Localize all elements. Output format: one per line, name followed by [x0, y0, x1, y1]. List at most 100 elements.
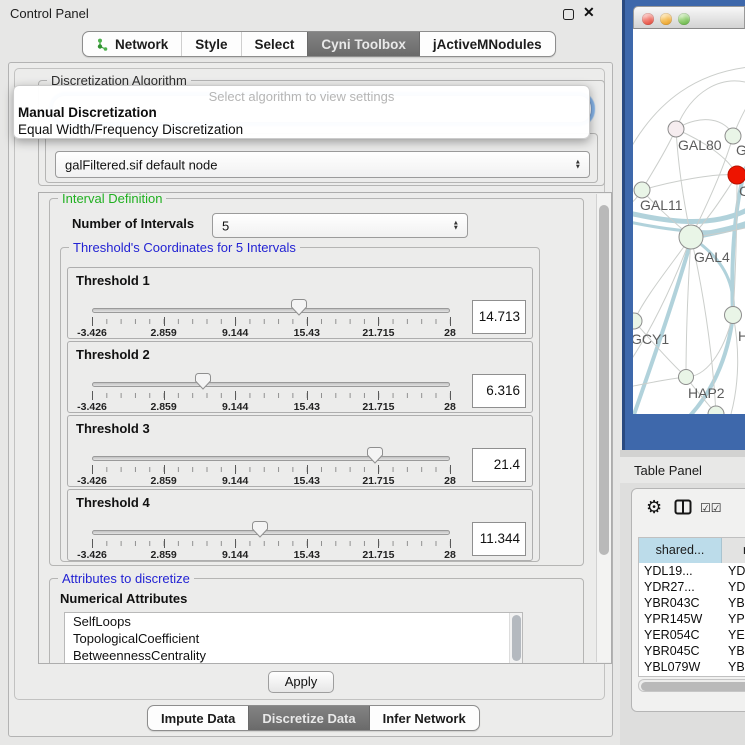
- table-cell: YDR2: [725, 579, 745, 595]
- tick-major: [164, 539, 165, 548]
- dropdown-option-equal-width-frequency[interactable]: Equal Width/Frequency Discretization: [18, 122, 243, 137]
- slider-handle[interactable]: [195, 373, 211, 390]
- tick-major: [164, 317, 165, 326]
- tab-network[interactable]: Network: [83, 32, 181, 56]
- network-node-hap2[interactable]: [679, 370, 694, 385]
- float-window-icon[interactable]: [563, 9, 574, 20]
- tick-major: [307, 465, 308, 474]
- threshold-value-field[interactable]: 6.316: [472, 374, 526, 408]
- minimize-traffic-light[interactable]: [660, 13, 672, 25]
- tick-label: 21.715: [362, 327, 394, 339]
- tab-select[interactable]: Select: [241, 32, 308, 56]
- network-node-h[interactable]: [725, 307, 742, 324]
- tick-major: [235, 539, 236, 548]
- threshold-value-field[interactable]: 21.4: [472, 448, 526, 482]
- table-cell: YBR043C: [639, 595, 725, 611]
- threshold-value-field[interactable]: 14.713: [472, 300, 526, 334]
- split-columns-icon[interactable]: [674, 499, 692, 520]
- slider-track[interactable]: [92, 456, 450, 461]
- apply-button[interactable]: Apply: [268, 671, 334, 693]
- table-row[interactable]: YPR145WYPR1: [639, 611, 745, 627]
- network-node-gal11[interactable]: [634, 182, 650, 198]
- network-node-label: GAL11: [640, 197, 683, 213]
- number-of-intervals-value: 5: [222, 218, 229, 233]
- tick-major: [450, 391, 451, 400]
- slider-track[interactable]: [92, 530, 450, 535]
- tab-infer-network[interactable]: Infer Network: [369, 706, 479, 730]
- panel-title: Control Panel: [10, 6, 89, 21]
- numerical-attributes-list[interactable]: SelfLoopsTopologicalCoefficientBetweenne…: [64, 612, 523, 664]
- slider-ticks: [92, 465, 450, 474]
- algorithm-dropdown-popup: Select algorithm to view settings Manual…: [13, 85, 590, 139]
- slider-handle[interactable]: [252, 521, 268, 538]
- table-body: YDL19...YDL1YDR27...YDR2YBR043CYBR0YPR14…: [639, 563, 745, 677]
- network-node-gcy1[interactable]: [633, 313, 642, 329]
- tick-major: [307, 539, 308, 548]
- column-header-shared-name[interactable]: shared...: [639, 538, 722, 563]
- slider-track[interactable]: [92, 308, 450, 313]
- settings-gear-icon[interactable]: ⚙: [646, 497, 662, 518]
- table-row[interactable]: YDL19...YDL1: [639, 563, 745, 579]
- scrollbar-thumb[interactable]: [641, 682, 745, 691]
- threshold-panel-4: Threshold 4 -3.4262.8599.14415.4321.7152…: [67, 489, 533, 561]
- threshold-value-field[interactable]: 11.344: [472, 522, 526, 556]
- table-row[interactable]: YDR27...YDR2: [639, 579, 745, 595]
- scrollbar-thumb[interactable]: [599, 205, 609, 555]
- close-icon[interactable]: ✕: [583, 4, 595, 21]
- tab-jactivemnodules[interactable]: jActiveMNodules: [419, 32, 555, 56]
- tick-major: [235, 391, 236, 400]
- panel-divider[interactable]: [620, 450, 745, 457]
- settings-scrollbar[interactable]: [596, 194, 611, 662]
- table-cell: YDL1: [725, 563, 745, 579]
- select-columns-icon[interactable]: ☑☑: [700, 501, 722, 515]
- tick-label: 21.715: [362, 401, 394, 413]
- network-node-c[interactable]: [728, 166, 745, 184]
- table-row[interactable]: YBR045CYBR0: [639, 643, 745, 659]
- network-node-label: C: [739, 183, 745, 199]
- tab-cyni-toolbox[interactable]: Cyni Toolbox: [307, 32, 419, 56]
- tab-label: Style: [195, 37, 227, 52]
- slider-handle[interactable]: [367, 447, 383, 464]
- network-node-gal4[interactable]: [679, 225, 703, 249]
- table-data-combobox[interactable]: galFiltered.sif default node ▲▼: [55, 151, 590, 178]
- table-cell: YER0: [725, 627, 745, 643]
- network-node-label: GA: [736, 142, 745, 158]
- attributes-groupbox: Attributes to discretize Numerical Attri…: [49, 578, 584, 664]
- tick-major: [235, 317, 236, 326]
- attribute-item[interactable]: TopologicalCoefficient: [65, 630, 522, 647]
- tick-label: -3.426: [77, 327, 107, 339]
- table-panel-title: Table Panel: [634, 463, 702, 478]
- table-row[interactable]: YER054CYER0: [639, 627, 745, 643]
- network-node-gal80[interactable]: [668, 121, 684, 137]
- network-node-label: H: [738, 328, 745, 344]
- attributes-scrollbar[interactable]: [509, 613, 522, 664]
- interval-definition-title: Interval Definition: [58, 192, 166, 206]
- tab-discretize-data[interactable]: Discretize Data: [248, 706, 368, 730]
- table-cell: YDR27...: [639, 579, 725, 595]
- slider-handle[interactable]: [291, 299, 307, 316]
- table-row[interactable]: YBL079WYBL0: [639, 659, 745, 675]
- slider-track[interactable]: [92, 382, 450, 387]
- attribute-item[interactable]: SelfLoops: [65, 613, 522, 630]
- table-row[interactable]: YLR345WYLR3: [639, 675, 745, 677]
- column-header-name[interactable]: n: [722, 538, 745, 563]
- attribute-item[interactable]: BetweennessCentrality: [65, 647, 522, 664]
- dropdown-option-manual-discretization[interactable]: Manual Discretization: [18, 105, 157, 120]
- close-traffic-light[interactable]: [642, 13, 654, 25]
- table-cell: YBR0: [725, 595, 745, 611]
- number-of-intervals-combobox[interactable]: 5 ▲▼: [212, 213, 468, 238]
- table-row[interactable]: YBR043CYBR0: [639, 595, 745, 611]
- tab-impute-data[interactable]: Impute Data: [148, 706, 248, 730]
- network-canvas[interactable]: GAL80GACGAL11GAL4GCY1HHAP2: [633, 29, 745, 414]
- network-icon: [96, 38, 109, 51]
- network-node-label: GAL80: [678, 137, 722, 153]
- zoom-traffic-light[interactable]: [678, 13, 690, 25]
- tick-major: [450, 465, 451, 474]
- tick-label: 2.859: [150, 549, 176, 561]
- threshold-slider-4: -3.4262.8599.14415.4321.71528: [92, 518, 450, 560]
- table-header-row: shared... n: [639, 538, 745, 563]
- table-horizontal-scrollbar[interactable]: [638, 679, 745, 692]
- scrollbar-thumb[interactable]: [512, 615, 521, 661]
- network-node-label: HAP2: [688, 385, 725, 401]
- tab-style[interactable]: Style: [181, 32, 240, 56]
